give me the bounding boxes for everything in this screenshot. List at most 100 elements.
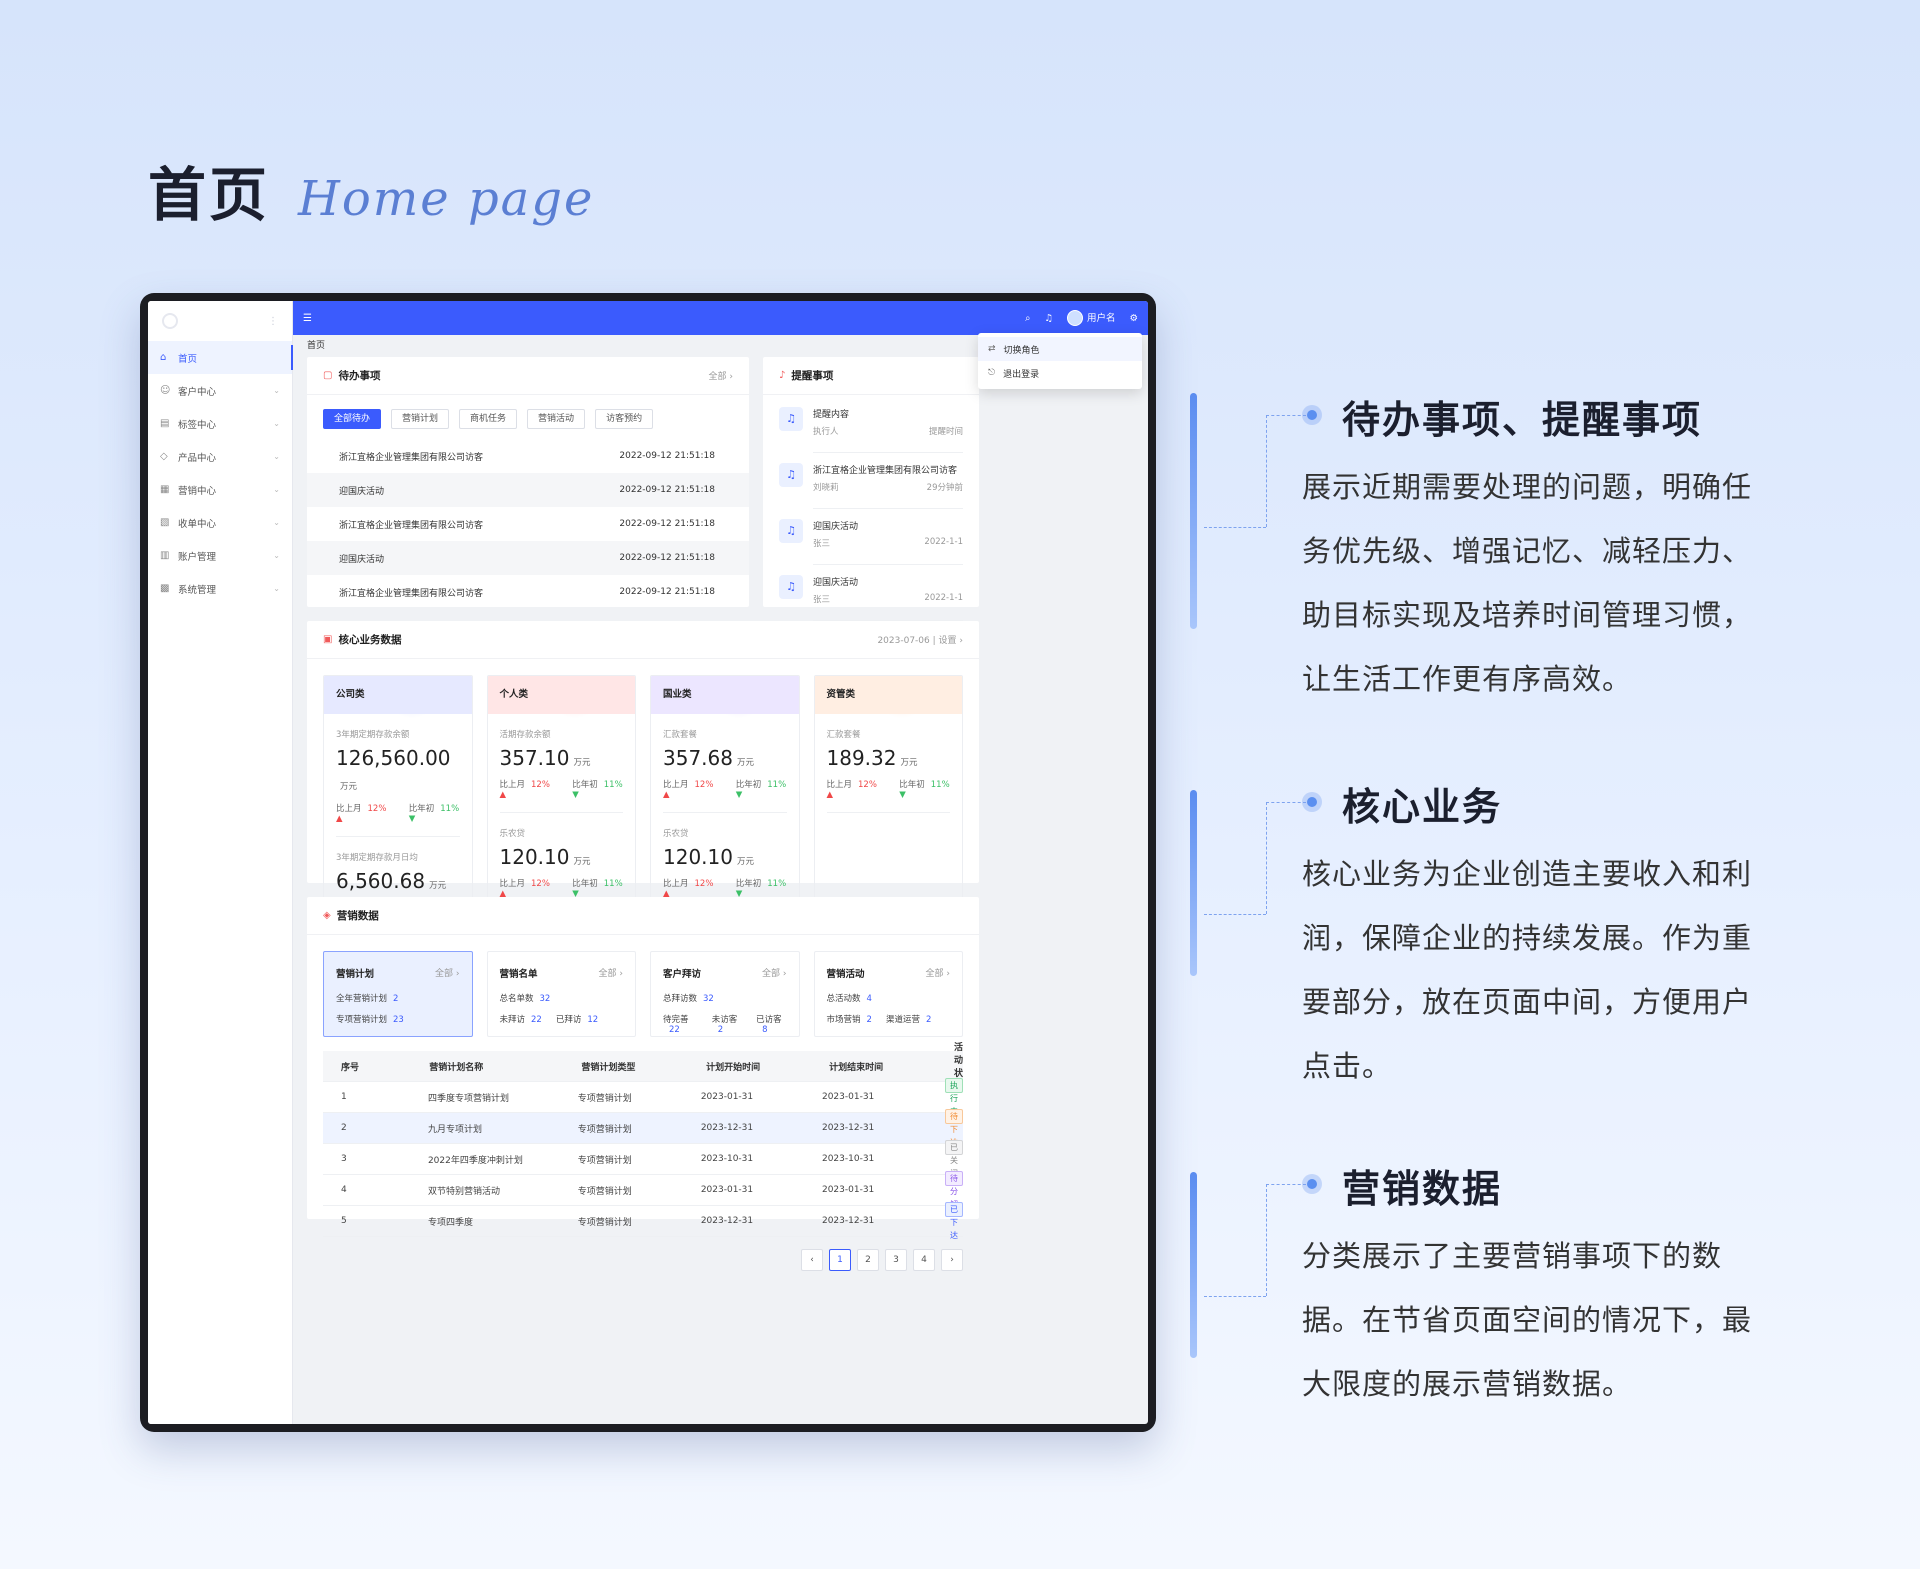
bell-icon[interactable]: ♫ — [1044, 313, 1053, 324]
mom-value: 12% — [858, 780, 877, 790]
page-button[interactable]: 3 — [885, 1249, 907, 1271]
prev-page-button[interactable]: ‹ — [801, 1249, 823, 1271]
metric-unit: 万元 — [340, 782, 358, 792]
ytd-label: 比年初 — [735, 879, 762, 889]
sidebar-item[interactable]: ▥ 账户管理 ⌄ — [148, 539, 292, 572]
marketing-summary-card[interactable]: 营销计划 全部 › 全年营销计划 2 专项营销计划 23 — [323, 951, 473, 1037]
page-button[interactable]: 2 — [857, 1249, 879, 1271]
ytd-compare: 比年初11% ▼ — [572, 877, 623, 899]
todo-row[interactable]: 迎国庆活动 2022-09-12 21:51:18 — [307, 473, 749, 507]
metric-unit: 万元 — [429, 881, 447, 891]
todo-list: 浙江宜格企业管理集团有限公司访客 2022-09-12 21:51:18 迎国庆活动… — [307, 439, 749, 609]
table-row[interactable]: 5 专项四季度 专项营销计划 2023-12-31 2023-12-31 已下达 — [323, 1201, 963, 1240]
table-cell: 专项营销计划 — [577, 1186, 632, 1197]
marketing-card: ◈ 营销数据 营销计划 全部 › 全年营销计划 2 专项营销计划 23 营销名单 全部 › 总名单… — [307, 897, 979, 1271]
reminder-time: 2022-1-1 — [924, 537, 963, 547]
reminder-item[interactable]: ♫ 浙江宜格企业管理集团有限公司访客 刘晓莉 29分钟前 — [763, 453, 979, 509]
business-metric: 活期存款余额 357.10 万元 比上月 12% ▲ 比年初 11% ▼ — [488, 714, 636, 813]
business-column[interactable]: 资管类 汇款套餐 189.32 万元 比上月 12% ▲ 比年初 11% ▼ — [813, 675, 963, 925]
calendar-icon: ▦ — [160, 484, 170, 495]
marketing-card-more[interactable]: 全部 › — [599, 966, 623, 980]
sidebar-item[interactable]: ⌂ 首页 — [148, 341, 293, 374]
logout-label: 退出登录 — [1003, 369, 1040, 380]
marketing-card-title: 营销计划 — [336, 969, 375, 980]
todo-more-link[interactable]: 全部 › — [709, 369, 733, 382]
marketing-card-title: 营销名单 — [499, 969, 538, 980]
sidebar-item[interactable]: ▤ 标签中心 ⌄ — [148, 407, 292, 440]
metric-label: 乐农贷 — [499, 829, 526, 839]
reminder-body: 迎国庆活动 张三 2022-1-1 — [813, 575, 963, 621]
annotation-connector-low — [1204, 527, 1266, 528]
business-column[interactable]: 国业类 汇款套餐 357.68 万元 比上月 12% ▲ 比年初 11% ▼ 乐农贷 120.10… — [650, 675, 800, 925]
table-row[interactable]: 4 双节特别营销活动 专项营销计划 2023-01-31 2023-01-31 待分解 — [323, 1170, 963, 1209]
todo-row[interactable]: 浙江宜格企业管理集团有限公司访客 2022-09-12 21:51:18 — [307, 575, 749, 609]
table-header-cell: 营销计划类型 — [581, 1062, 636, 1073]
todo-row[interactable]: 浙江宜格企业管理集团有限公司访客 2022-09-12 21:51:18 — [307, 439, 749, 473]
hero-heading: 首页 Home page — [148, 148, 594, 232]
reminder-title: 迎国庆活动 — [813, 522, 859, 532]
search-icon[interactable]: ⌕ — [1025, 313, 1030, 324]
chevron-down-icon: ⌄ — [273, 551, 280, 560]
todo-tab[interactable]: 访客预约 — [595, 409, 654, 429]
reminder-item[interactable]: ♫ 迎国庆活动 张三 2022-1-1 — [763, 565, 979, 621]
logout-item[interactable]: ⎋ 退出登录 — [978, 361, 1142, 385]
reminder-title: 提醒内容 — [813, 410, 850, 420]
todo-row[interactable]: 迎国庆活动 2022-09-12 21:51:18 — [307, 541, 749, 575]
table-cell: 2023-01-31 — [700, 1185, 754, 1195]
todo-tab[interactable]: 营销活动 — [527, 409, 586, 429]
sidebar-item[interactable]: ▩ 系统管理 ⌄ — [148, 572, 292, 605]
switch-role-item[interactable]: ⇄ 切换角色 — [978, 337, 1142, 361]
marketing-summary-card[interactable]: 客户拜访 全部 › 总拜访数 32 待完善22 未访客2 已访客8 — [650, 951, 800, 1037]
sidebar-item[interactable]: ▦ 营销中心 ⌄ — [148, 473, 292, 506]
sidebar-item[interactable]: ▧ 收单中心 ⌄ — [148, 506, 292, 539]
marketing-summary-card[interactable]: 营销活动 全部 › 总活动数 4 市场营销 2 渠道运营 2 — [813, 951, 963, 1037]
todo-tabs: 全部待办 营销计划 商机任务 营销活动 访客预约 — [307, 395, 749, 439]
annotation-connector — [1266, 1184, 1267, 1296]
metric-value: 6,560.68 万元 — [336, 869, 460, 893]
account-icon: ▥ — [160, 550, 170, 561]
marketing-card-line: 总名单数 32 — [500, 992, 624, 1004]
sidebar-item[interactable]: ◇ 产品中心 ⌄ — [148, 440, 292, 473]
marketing-summary-card[interactable]: 营销名单 全部 › 总名单数 32 未拜访 22 已拜访 12 — [486, 951, 636, 1037]
mom-value: 12% — [531, 879, 550, 889]
marketing-card-more[interactable]: 全部 › — [926, 966, 950, 980]
business-column[interactable]: 个人类 活期存款余额 357.10 万元 比上月 12% ▲ 比年初 11% ▼ 乐农贷 120.… — [486, 675, 636, 925]
next-page-button[interactable]: › — [941, 1249, 963, 1271]
page-button[interactable]: 1 — [829, 1249, 851, 1271]
marketing-card-line: 总活动数 4 — [827, 992, 951, 1004]
ytd-label: 比年初 — [899, 780, 925, 790]
status-badge: 已下达 — [945, 1201, 963, 1240]
user-menu[interactable]: 用户名 — [1066, 310, 1115, 327]
metric-number: 126,560.00 — [336, 746, 451, 770]
reminder-executor: 执行人 — [813, 427, 839, 437]
clipboard-icon: ▢ — [323, 370, 333, 381]
marketing-card-more[interactable]: 全部 › — [762, 966, 786, 980]
stat-value: 22 — [669, 1025, 680, 1035]
marketing-card-line: 未拜访 22 已拜访 12 — [500, 1013, 624, 1025]
todo-tab[interactable]: 营销计划 — [391, 409, 450, 429]
business-settings-link[interactable]: 设置 › — [939, 636, 963, 646]
bell-icon: ♫ — [779, 519, 803, 543]
ytd-value: 11% — [603, 780, 623, 790]
mom-value: 12% — [531, 780, 550, 790]
todo-row[interactable]: 浙江宜格企业管理集团有限公司访客 2022-09-12 21:51:18 — [307, 507, 749, 541]
table-row[interactable]: 3 2022年四季度冲刺计划 专项营销计划 2023-10-31 2023-10-31 已… — [323, 1139, 963, 1178]
stat-value: 12 — [587, 1015, 599, 1025]
table-row[interactable]: 2 九月专项计划 专项营销计划 2023-12-31 2023-12-31 待下达 — [323, 1108, 963, 1147]
todo-tab[interactable]: 商机任务 — [459, 409, 518, 429]
settings-icon[interactable]: ⚙ — [1129, 313, 1138, 324]
table-header-cell: 计划开始时间 — [706, 1062, 761, 1073]
collapse-icon[interactable]: ⋮ — [268, 316, 278, 327]
page-button[interactable]: 4 — [913, 1249, 935, 1271]
reminder-item[interactable]: ♫ 迎国庆活动 张三 2022-1-1 — [763, 509, 979, 565]
mom-compare: 比上月 12% ▲ — [336, 802, 387, 824]
annotation-connector-top — [1266, 1184, 1306, 1185]
marketing-card-more[interactable]: 全部 › — [435, 966, 459, 980]
reminder-item[interactable]: ♫ 提醒内容 执行人 提醒时间 — [763, 397, 979, 453]
business-column[interactable]: 公司类 3年期定期存款余额 126,560.00万元 比上月 12% ▲ 比年初 11% ▼… — [323, 675, 473, 925]
table-row[interactable]: 1 四季度专项营销计划 专项营销计划 2023-01-31 2023-01-31 执行中 — [323, 1077, 963, 1116]
menu-icon[interactable]: ☰ — [303, 313, 312, 324]
ytd-label: 比年初 — [735, 780, 762, 790]
todo-tab[interactable]: 全部待办 — [323, 409, 382, 429]
sidebar-item[interactable]: ☺ 客户中心 ⌄ — [148, 374, 292, 407]
